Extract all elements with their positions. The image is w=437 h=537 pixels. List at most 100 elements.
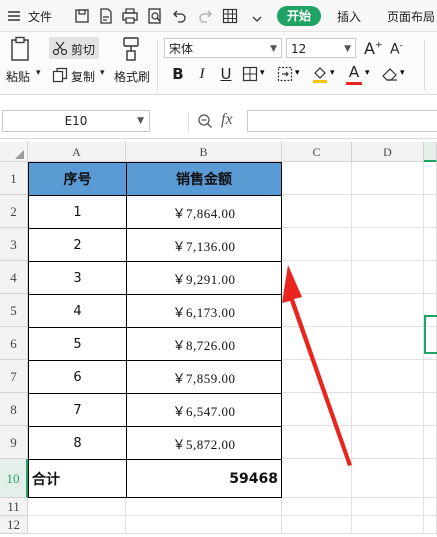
increase-font-icon[interactable]: A+ (364, 39, 383, 58)
grid-cell[interactable] (126, 498, 282, 516)
grid-cell[interactable] (282, 162, 352, 195)
grid-cell[interactable] (352, 498, 424, 516)
column-header-e[interactable] (424, 142, 437, 162)
copy-button[interactable]: 复制 (71, 68, 95, 85)
row-header[interactable]: 11 (0, 498, 28, 516)
grid-cell[interactable] (352, 195, 424, 228)
formula-input[interactable] (247, 110, 437, 132)
table-cell-no[interactable]: 1 (28, 195, 127, 229)
grid-cell[interactable] (424, 393, 437, 426)
save-icon[interactable] (74, 8, 90, 24)
font-color-icon[interactable]: A (345, 63, 363, 81)
table-cell-amount[interactable]: ￥9,291.00 (126, 261, 282, 295)
table-cell-no[interactable]: 6 (28, 360, 127, 394)
format-painter-button[interactable]: 格式刷 (114, 68, 150, 85)
column-header-d[interactable]: D (352, 142, 424, 162)
border-icon[interactable] (242, 66, 258, 86)
grid-cell[interactable] (424, 228, 437, 261)
font-name-select[interactable]: 宋体 ▼ (164, 38, 282, 58)
grid-cell[interactable] (352, 516, 424, 534)
grid-cell[interactable] (352, 228, 424, 261)
menu-icon[interactable] (6, 8, 22, 24)
grid-cell[interactable] (424, 459, 437, 498)
column-header-c[interactable]: C (282, 142, 352, 162)
table-cell-amount[interactable]: ￥5,872.00 (126, 426, 282, 460)
total-label-cell[interactable]: 合计 (28, 459, 127, 498)
font-size-select[interactable]: 12 ▼ (286, 38, 356, 58)
select-all-corner[interactable] (0, 142, 28, 162)
print-icon[interactable] (122, 8, 138, 24)
chevron-down-icon[interactable] (250, 10, 266, 26)
border-chevron-icon[interactable]: ▾ (260, 68, 265, 78)
paste-chevron-icon[interactable]: ▾ (36, 68, 41, 78)
grid-cell[interactable] (282, 195, 352, 228)
grid-cell[interactable] (282, 498, 352, 516)
copy-chevron-icon[interactable]: ▾ (100, 68, 105, 78)
row-header[interactable]: 4 (0, 261, 28, 294)
table-cell-no[interactable]: 2 (28, 228, 127, 262)
fx-icon[interactable]: fx (221, 111, 233, 129)
table-cell-amount[interactable]: ￥6,173.00 (126, 294, 282, 328)
grid-cell[interactable] (126, 516, 282, 534)
row-header[interactable]: 2 (0, 195, 28, 228)
format-painter-icon[interactable] (120, 36, 142, 66)
tab-page-layout[interactable]: 页面布局 (387, 8, 435, 25)
row-header[interactable]: 10 (0, 459, 28, 498)
tab-start[interactable]: 开始 (277, 6, 321, 26)
table-cell-no[interactable]: 5 (28, 327, 127, 361)
grid-cell[interactable] (352, 261, 424, 294)
grid-cell[interactable] (424, 261, 437, 294)
table-cell-no[interactable]: 3 (28, 261, 127, 295)
table-grid-icon[interactable] (222, 8, 238, 24)
grid-cell[interactable] (352, 162, 424, 195)
row-header[interactable]: 5 (0, 294, 28, 327)
table-header-amount[interactable]: 销售金额 (126, 162, 282, 196)
italic-icon[interactable]: I (192, 64, 212, 84)
column-header-a[interactable]: A (28, 142, 126, 162)
row-header[interactable]: 9 (0, 426, 28, 459)
grid-cell[interactable] (352, 327, 424, 360)
file-menu[interactable]: 文件 (28, 8, 52, 25)
bold-icon[interactable]: B (168, 64, 188, 84)
row-header[interactable]: 1 (0, 162, 28, 195)
table-cell-amount[interactable]: ￥7,859.00 (126, 360, 282, 394)
row-header[interactable]: 8 (0, 393, 28, 426)
row-header[interactable]: 12 (0, 516, 28, 534)
table-cell-amount[interactable]: ￥6,547.00 (126, 393, 282, 427)
selected-cell-e10[interactable] (424, 315, 437, 354)
tab-insert[interactable]: 插入 (337, 8, 361, 25)
paste-button[interactable]: 粘贴 (6, 68, 30, 85)
grid-cell[interactable] (424, 516, 437, 534)
font-color-chevron-icon[interactable]: ▾ (365, 68, 370, 78)
table-cell-no[interactable]: 7 (28, 393, 127, 427)
eraser-icon[interactable] (381, 66, 399, 86)
redo-icon[interactable] (197, 8, 213, 24)
column-header-b[interactable]: B (126, 142, 282, 162)
decrease-font-icon[interactable]: A- (390, 41, 403, 58)
grid-cell[interactable] (28, 498, 126, 516)
grid-cell[interactable] (424, 195, 437, 228)
grid-cell[interactable] (28, 516, 126, 534)
name-box[interactable]: E10 ▼ (2, 110, 150, 132)
table-cell-amount[interactable]: ￥8,726.00 (126, 327, 282, 361)
table-header-no[interactable]: 序号 (28, 162, 127, 196)
row-header[interactable]: 3 (0, 228, 28, 261)
grid-cell[interactable] (424, 162, 437, 195)
grid-cell[interactable] (352, 360, 424, 393)
table-cell-amount[interactable]: ￥7,864.00 (126, 195, 282, 229)
grid-cell[interactable] (424, 498, 437, 516)
eraser-chevron-icon[interactable]: ▾ (400, 68, 405, 78)
fill-color-icon[interactable] (311, 65, 329, 87)
underline-icon[interactable]: U (216, 64, 236, 84)
grid-cell[interactable] (282, 516, 352, 534)
grid-cell[interactable] (352, 459, 424, 498)
grid-cell[interactable] (424, 426, 437, 459)
row-header[interactable]: 6 (0, 327, 28, 360)
table-cell-amount[interactable]: ￥7,136.00 (126, 228, 282, 262)
print-preview-icon[interactable] (147, 8, 163, 24)
grid-cell[interactable] (352, 426, 424, 459)
undo-icon[interactable] (172, 8, 188, 24)
total-value-cell[interactable]: 59468 (126, 459, 282, 498)
fill-chevron-icon[interactable]: ▾ (330, 68, 335, 78)
grid-cell[interactable] (424, 360, 437, 393)
